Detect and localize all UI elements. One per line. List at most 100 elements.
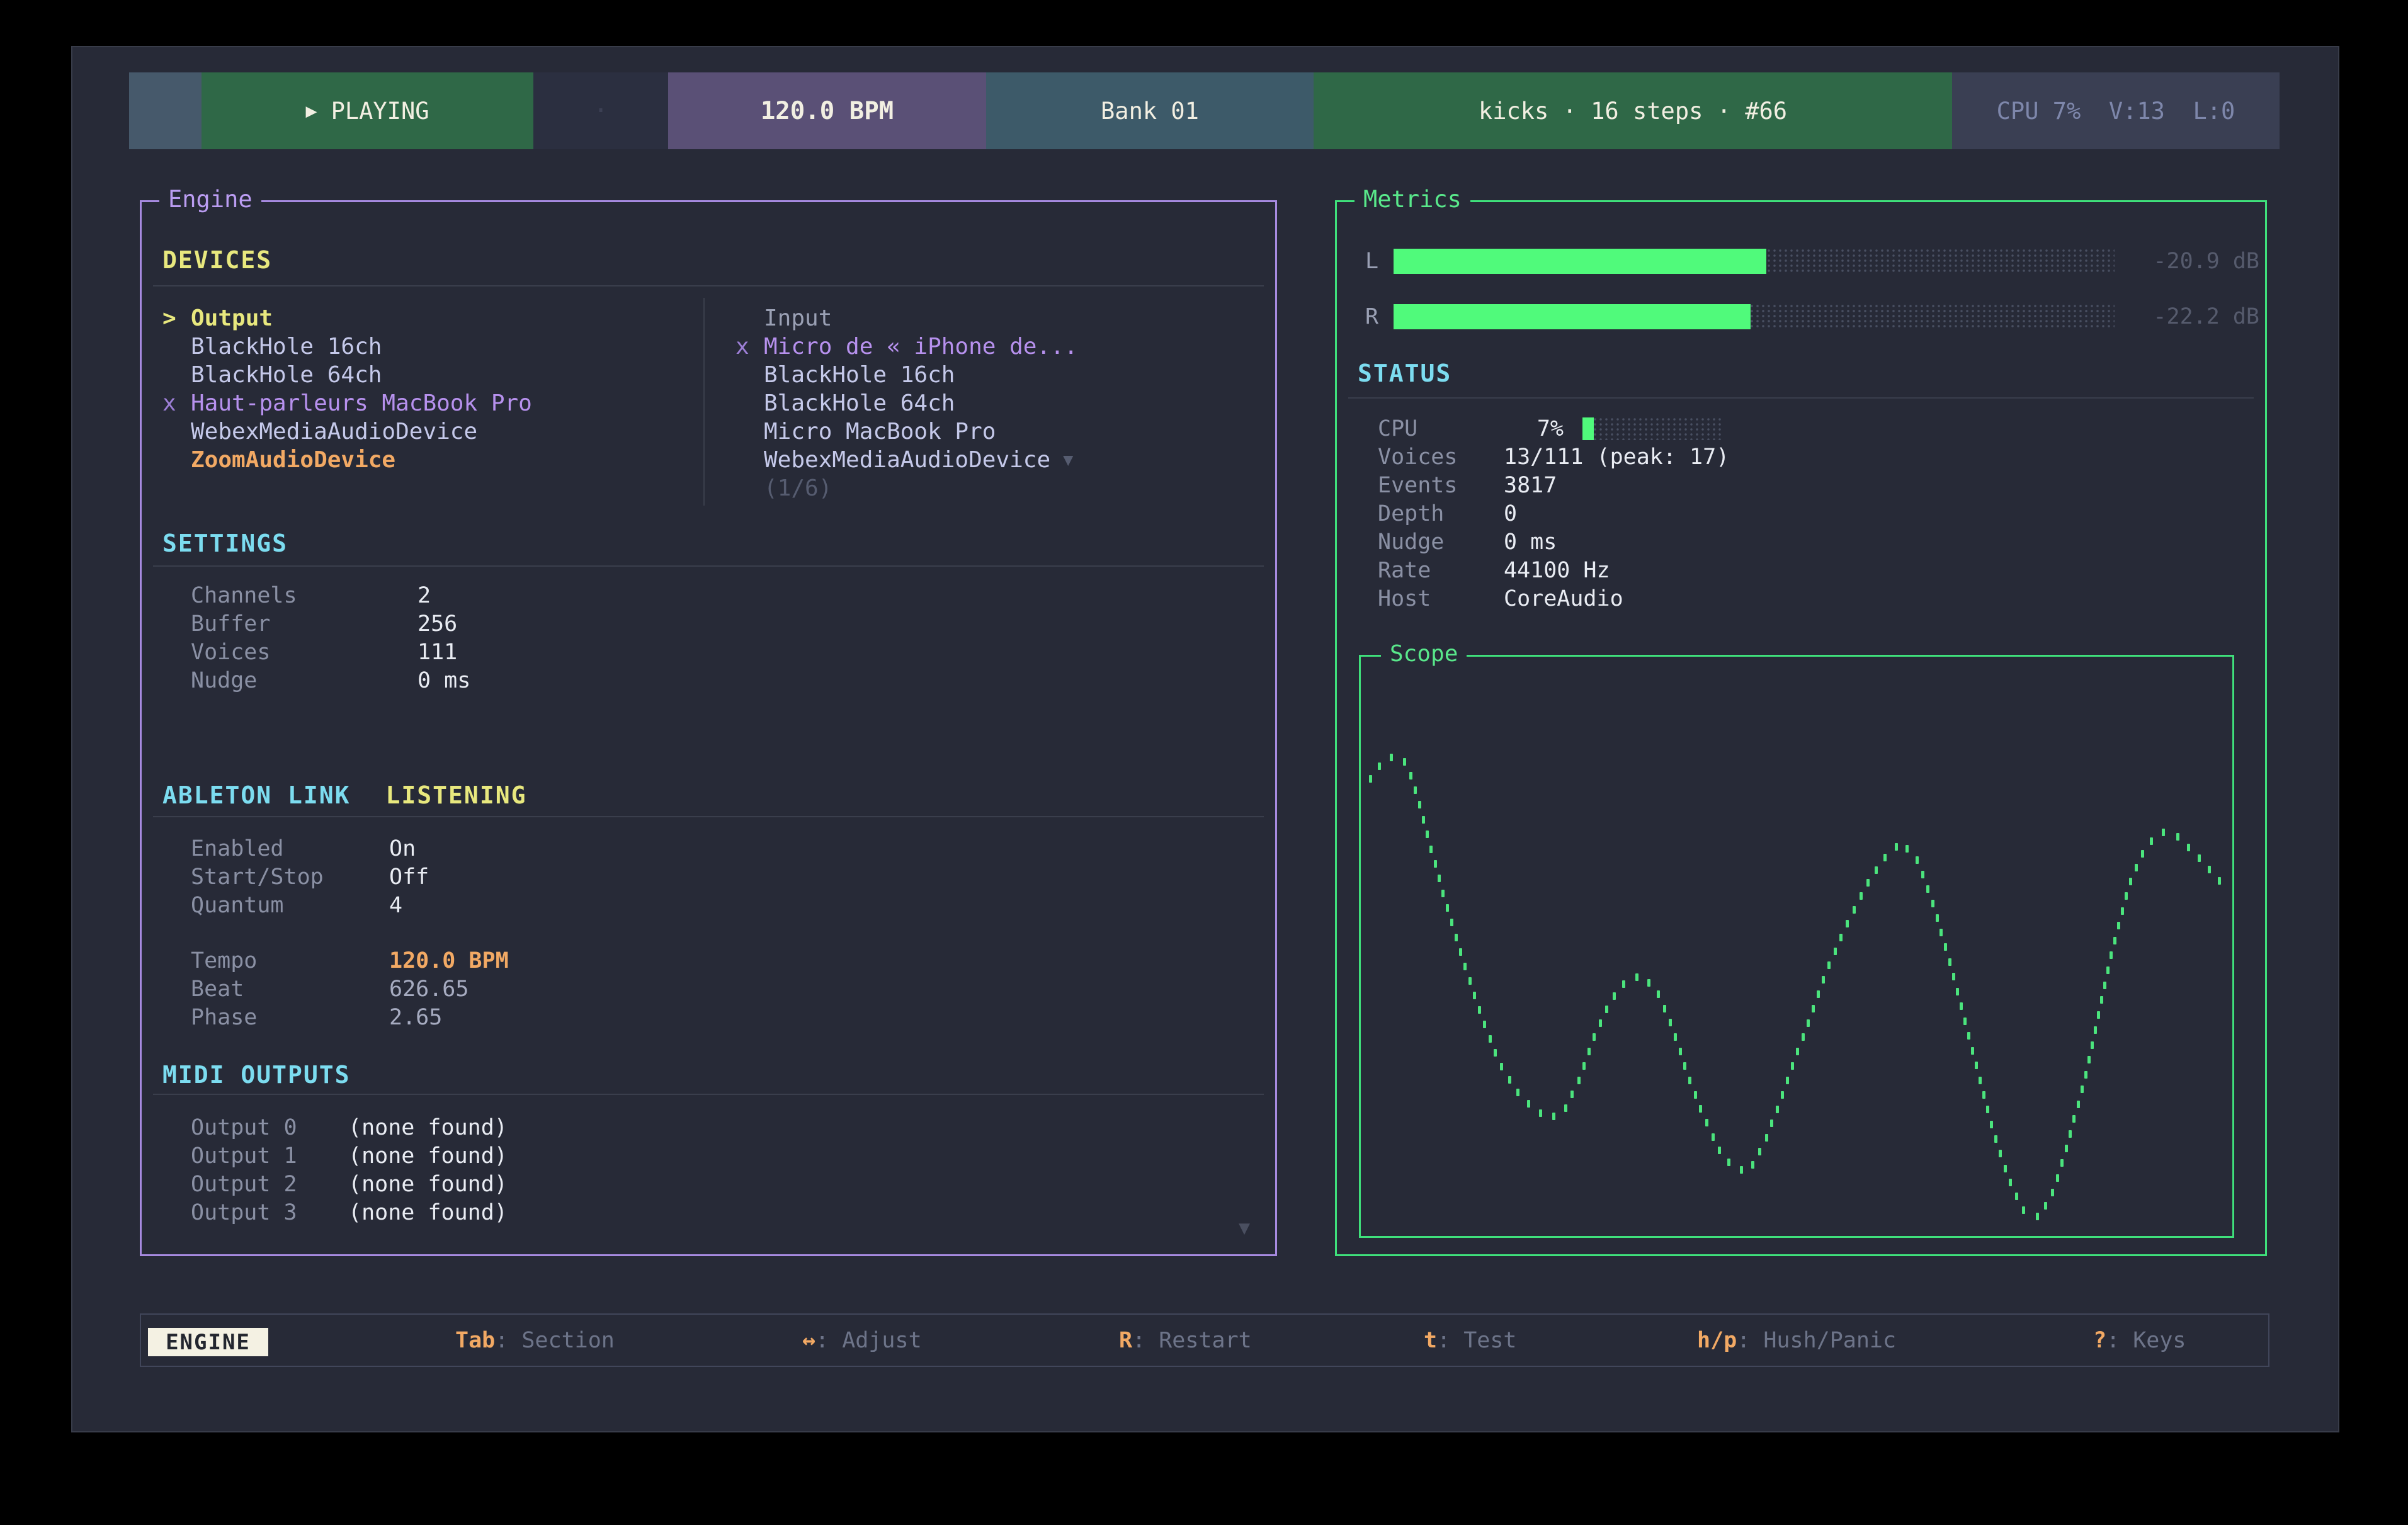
more-below-icon[interactable]: ▼ bbox=[1063, 450, 1073, 470]
scope-dot bbox=[1982, 1091, 1985, 1099]
scope-dot bbox=[1791, 1062, 1794, 1070]
field-row: Events3817 bbox=[1378, 471, 1729, 499]
device-row[interactable]: BlackHole 16ch bbox=[735, 361, 1252, 389]
field-label: CPU bbox=[1378, 416, 1504, 441]
device-row[interactable]: BlackHole 64ch bbox=[162, 361, 698, 389]
field-row[interactable]: Output 3(none found) bbox=[191, 1198, 508, 1227]
separator-dot: · bbox=[593, 96, 608, 125]
field-row[interactable]: Tempo120.0 BPM bbox=[191, 946, 509, 975]
field-value: 13/111 (peak: 17) bbox=[1504, 445, 1729, 470]
device-row[interactable]: ZoomAudioDevice bbox=[162, 446, 698, 474]
bank-display[interactable]: Bank 01 bbox=[986, 72, 1314, 149]
field-row[interactable]: Nudge0 ms bbox=[191, 666, 470, 694]
field-label: Output 0 bbox=[191, 1115, 348, 1140]
top-bar-accent-block bbox=[129, 72, 202, 149]
hint-key: R bbox=[1119, 1328, 1132, 1353]
field-row[interactable]: Phase2.65 bbox=[191, 1003, 509, 1031]
scope-dot bbox=[1593, 1033, 1596, 1041]
field-value: CoreAudio bbox=[1504, 586, 1623, 611]
scope-dot bbox=[2218, 877, 2221, 885]
scope-dot bbox=[1468, 977, 1472, 985]
field-label: Events bbox=[1378, 473, 1504, 498]
device-row[interactable]: WebexMediaAudioDevice ▼ bbox=[735, 446, 1252, 474]
transport-label: PLAYING bbox=[331, 98, 429, 125]
scope-dot bbox=[1916, 856, 1919, 864]
device-row[interactable]: Input bbox=[735, 304, 1252, 332]
scope-dot bbox=[1834, 948, 1837, 955]
scope-dot bbox=[1860, 892, 1863, 900]
mode-badge: ENGINE bbox=[148, 1328, 268, 1356]
scope-dot bbox=[1429, 846, 1433, 853]
key-hint-test: t: Test bbox=[1424, 1315, 1517, 1366]
scope-dot bbox=[1727, 1159, 1730, 1166]
scope-dot bbox=[1564, 1104, 1567, 1112]
cpu-meter-fill bbox=[1582, 417, 1594, 440]
meter-fill bbox=[1394, 249, 1766, 274]
device-label: BlackHole 16ch bbox=[191, 334, 382, 360]
field-row[interactable]: Output 2(none found) bbox=[191, 1170, 508, 1198]
scope-dot bbox=[1570, 1091, 1574, 1098]
scope-dot bbox=[2044, 1202, 2047, 1210]
field-label: Tempo bbox=[191, 948, 389, 973]
scope-dot bbox=[1936, 914, 1939, 922]
hint-key: ? bbox=[2093, 1328, 2106, 1353]
scope-panel: Scope bbox=[1359, 655, 2234, 1238]
scope-dot bbox=[2187, 844, 2190, 851]
scope-dot bbox=[1839, 934, 1843, 941]
field-row[interactable]: EnabledOn bbox=[191, 834, 509, 863]
device-label: Micro MacBook Pro bbox=[764, 419, 996, 445]
meter-label: L bbox=[1365, 249, 1394, 274]
field-label: Output 2 bbox=[191, 1172, 348, 1197]
device-label: WebexMediaAudioDevice bbox=[764, 447, 1050, 473]
field-label: Start/Stop bbox=[191, 865, 389, 890]
field-row[interactable]: Output 1(none found) bbox=[191, 1142, 508, 1170]
scope-dot bbox=[1960, 1002, 1963, 1010]
scope-dot bbox=[2110, 951, 2113, 959]
device-row[interactable]: >Output bbox=[162, 304, 698, 332]
scope-dot bbox=[1967, 1032, 1970, 1040]
scope-dot bbox=[1446, 904, 1449, 912]
link-heading: ABLETON LINKLISTENING bbox=[162, 781, 526, 809]
scope-dot bbox=[1500, 1063, 1503, 1070]
device-row[interactable]: BlackHole 64ch bbox=[735, 389, 1252, 417]
device-row[interactable]: xHaut-parleurs MacBook Pro bbox=[162, 389, 698, 417]
scope-dot bbox=[1817, 990, 1820, 998]
field-row[interactable]: Voices111 bbox=[191, 638, 470, 666]
field-row[interactable]: Beat626.65 bbox=[191, 975, 509, 1003]
bottom-bar: ENGINE Tab: Section↔: AdjustR: Restartt:… bbox=[140, 1313, 2269, 1367]
bpm-display[interactable]: 120.0 BPM bbox=[668, 72, 986, 149]
hint-key: Tab bbox=[455, 1328, 495, 1353]
field-value: 7% bbox=[1504, 416, 1564, 441]
device-label: Haut-parleurs MacBook Pro bbox=[191, 390, 532, 416]
field-label: Channels bbox=[191, 583, 417, 608]
scope-dot bbox=[1434, 860, 1437, 868]
output-device-list: >OutputBlackHole 16chBlackHole 64chxHaut… bbox=[162, 304, 698, 474]
device-row[interactable]: BlackHole 16ch bbox=[162, 332, 698, 361]
field-row[interactable]: Channels2 bbox=[191, 581, 470, 609]
scroll-down-icon[interactable]: ▼ bbox=[1239, 1217, 1250, 1239]
field-label: Depth bbox=[1378, 501, 1504, 526]
scope-dot bbox=[1956, 988, 1959, 995]
field-row[interactable]: Buffer256 bbox=[191, 609, 470, 638]
scope-dot bbox=[1613, 992, 1616, 1000]
field-row[interactable]: Start/StopOff bbox=[191, 863, 509, 891]
device-row[interactable]: Micro MacBook Pro bbox=[735, 417, 1252, 446]
device-row[interactable]: xMicro de « iPhone de... bbox=[735, 332, 1252, 361]
scope-dot bbox=[1712, 1133, 1715, 1141]
scope-dot bbox=[2094, 1026, 2097, 1034]
scope-dot bbox=[2150, 837, 2153, 845]
device-label: Output bbox=[191, 305, 273, 331]
transport-status[interactable]: ▶PLAYING bbox=[202, 72, 533, 149]
field-row[interactable]: Output 0(none found) bbox=[191, 1113, 508, 1142]
scope-dot bbox=[1781, 1091, 1784, 1099]
scope-dot bbox=[1459, 948, 1462, 956]
field-row: Voices13/111 (peak: 17) bbox=[1378, 443, 1729, 471]
scope-dot bbox=[1663, 1005, 1666, 1012]
hint-description: : Keys bbox=[2106, 1328, 2186, 1353]
device-row[interactable]: WebexMediaAudioDevice bbox=[162, 417, 698, 446]
meter-fill bbox=[1394, 304, 1751, 329]
field-label: Voices bbox=[191, 640, 417, 665]
device-label: WebexMediaAudioDevice bbox=[191, 419, 477, 445]
pattern-info: kicks · 16 steps · #66 bbox=[1314, 72, 1952, 149]
field-row[interactable]: Quantum4 bbox=[191, 891, 509, 919]
